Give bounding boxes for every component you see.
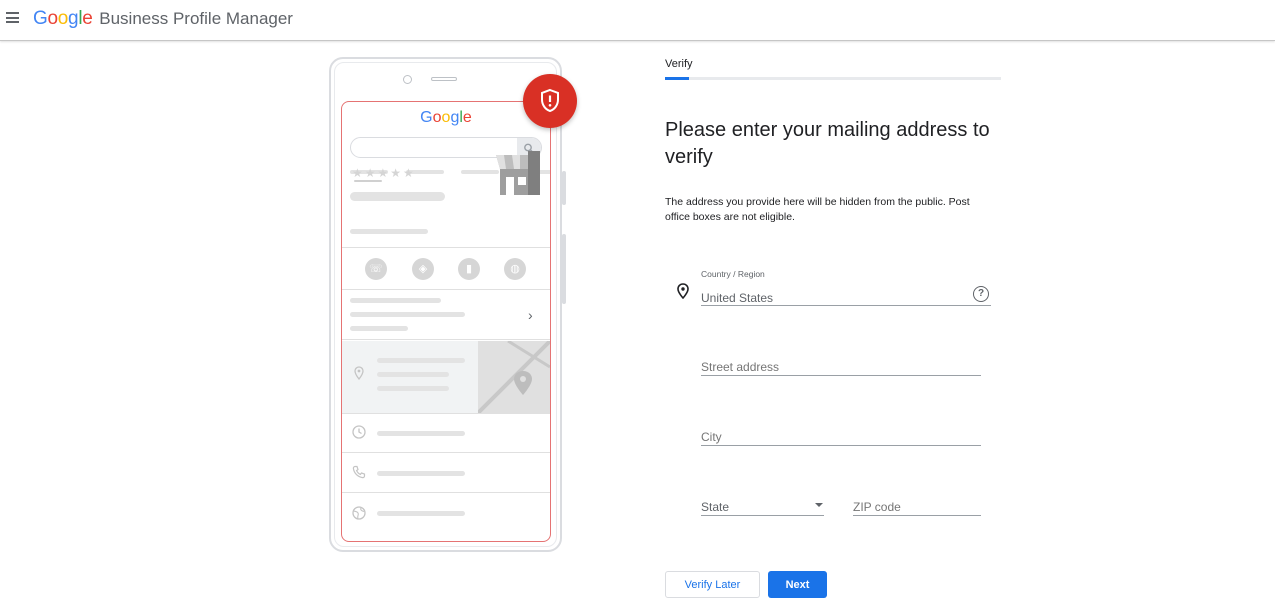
divider: [342, 339, 550, 340]
placeholder-bar: [350, 229, 428, 234]
state-select[interactable]: State: [701, 498, 824, 516]
city-input[interactable]: [701, 430, 981, 444]
phone-screen: Google ★★★★★ ☏ ◈ ▮ ◍ ›: [341, 101, 551, 542]
globe-icon: ◍: [504, 258, 526, 280]
country-value: United States: [701, 291, 774, 305]
directions-icon: ◈: [412, 258, 434, 280]
location-pin-icon: [677, 283, 689, 304]
zip-code-field[interactable]: [853, 498, 981, 516]
bookmark-icon: ▮: [458, 258, 480, 280]
app-title: Google Business Profile Manager: [33, 8, 293, 30]
product-name: Business Profile Manager: [99, 9, 293, 28]
placeholder-bar: [350, 192, 445, 201]
page-title: Please enter your mailing address to ver…: [665, 119, 990, 168]
step-label: Verify: [665, 58, 693, 70]
google-logo: Google: [33, 8, 93, 29]
placeholder-bar: [377, 511, 465, 516]
phone-icon: ☏: [365, 258, 387, 280]
next-button[interactable]: Next: [768, 571, 827, 598]
placeholder-bar: [350, 312, 465, 317]
globe-icon: [352, 506, 366, 523]
phone-side-button: [562, 171, 566, 205]
verify-later-button[interactable]: Verify Later: [665, 571, 760, 598]
screen-google-logo: Google: [420, 109, 472, 126]
storefront-icon: [494, 151, 540, 195]
page-description: The address you provide here will be hid…: [665, 196, 970, 223]
shield-icon: [541, 88, 559, 113]
placeholder-bar: [350, 298, 441, 303]
country-field-label: Country / Region: [701, 269, 765, 279]
phone-icon: [352, 465, 366, 482]
divider: [342, 492, 550, 493]
speaker-icon: [431, 77, 457, 81]
placeholder-bar: [354, 180, 382, 182]
top-app-bar: Google Business Profile Manager: [0, 0, 1275, 41]
divider: [342, 413, 550, 414]
country-select[interactable]: United States ?: [701, 286, 991, 306]
placeholder-bar: [377, 358, 465, 363]
placeholder-bar: [377, 386, 449, 391]
placeholder-bar: [377, 431, 465, 436]
divider: [342, 247, 550, 248]
placeholder-bar: [350, 326, 408, 331]
chevron-right-icon: ›: [528, 307, 533, 323]
rating-stars: ★★★★★: [352, 166, 416, 180]
phone-illustration: Google ★★★★★ ☏ ◈ ▮ ◍ ›: [329, 57, 566, 552]
clock-icon: [352, 425, 366, 442]
shield-alert-badge: [523, 74, 577, 128]
divider: [342, 289, 550, 290]
city-field[interactable]: [701, 428, 981, 446]
camera-icon: [403, 75, 412, 84]
divider: [342, 452, 550, 453]
location-pin-icon: [354, 366, 364, 383]
street-address-field[interactable]: [701, 358, 981, 376]
step-progress-track: [665, 77, 1001, 80]
placeholder-bar: [377, 372, 449, 377]
street-address-input[interactable]: [701, 360, 981, 374]
zip-code-input[interactable]: [853, 500, 981, 514]
placeholder-bar: [377, 471, 465, 476]
help-icon[interactable]: ?: [973, 286, 989, 302]
state-placeholder: State: [701, 500, 730, 514]
dropdown-arrow-icon: [815, 503, 823, 507]
phone-side-button: [562, 234, 566, 304]
map-thumbnail: [478, 341, 550, 413]
menu-icon[interactable]: [6, 12, 20, 23]
step-progress-fill: [665, 77, 689, 80]
